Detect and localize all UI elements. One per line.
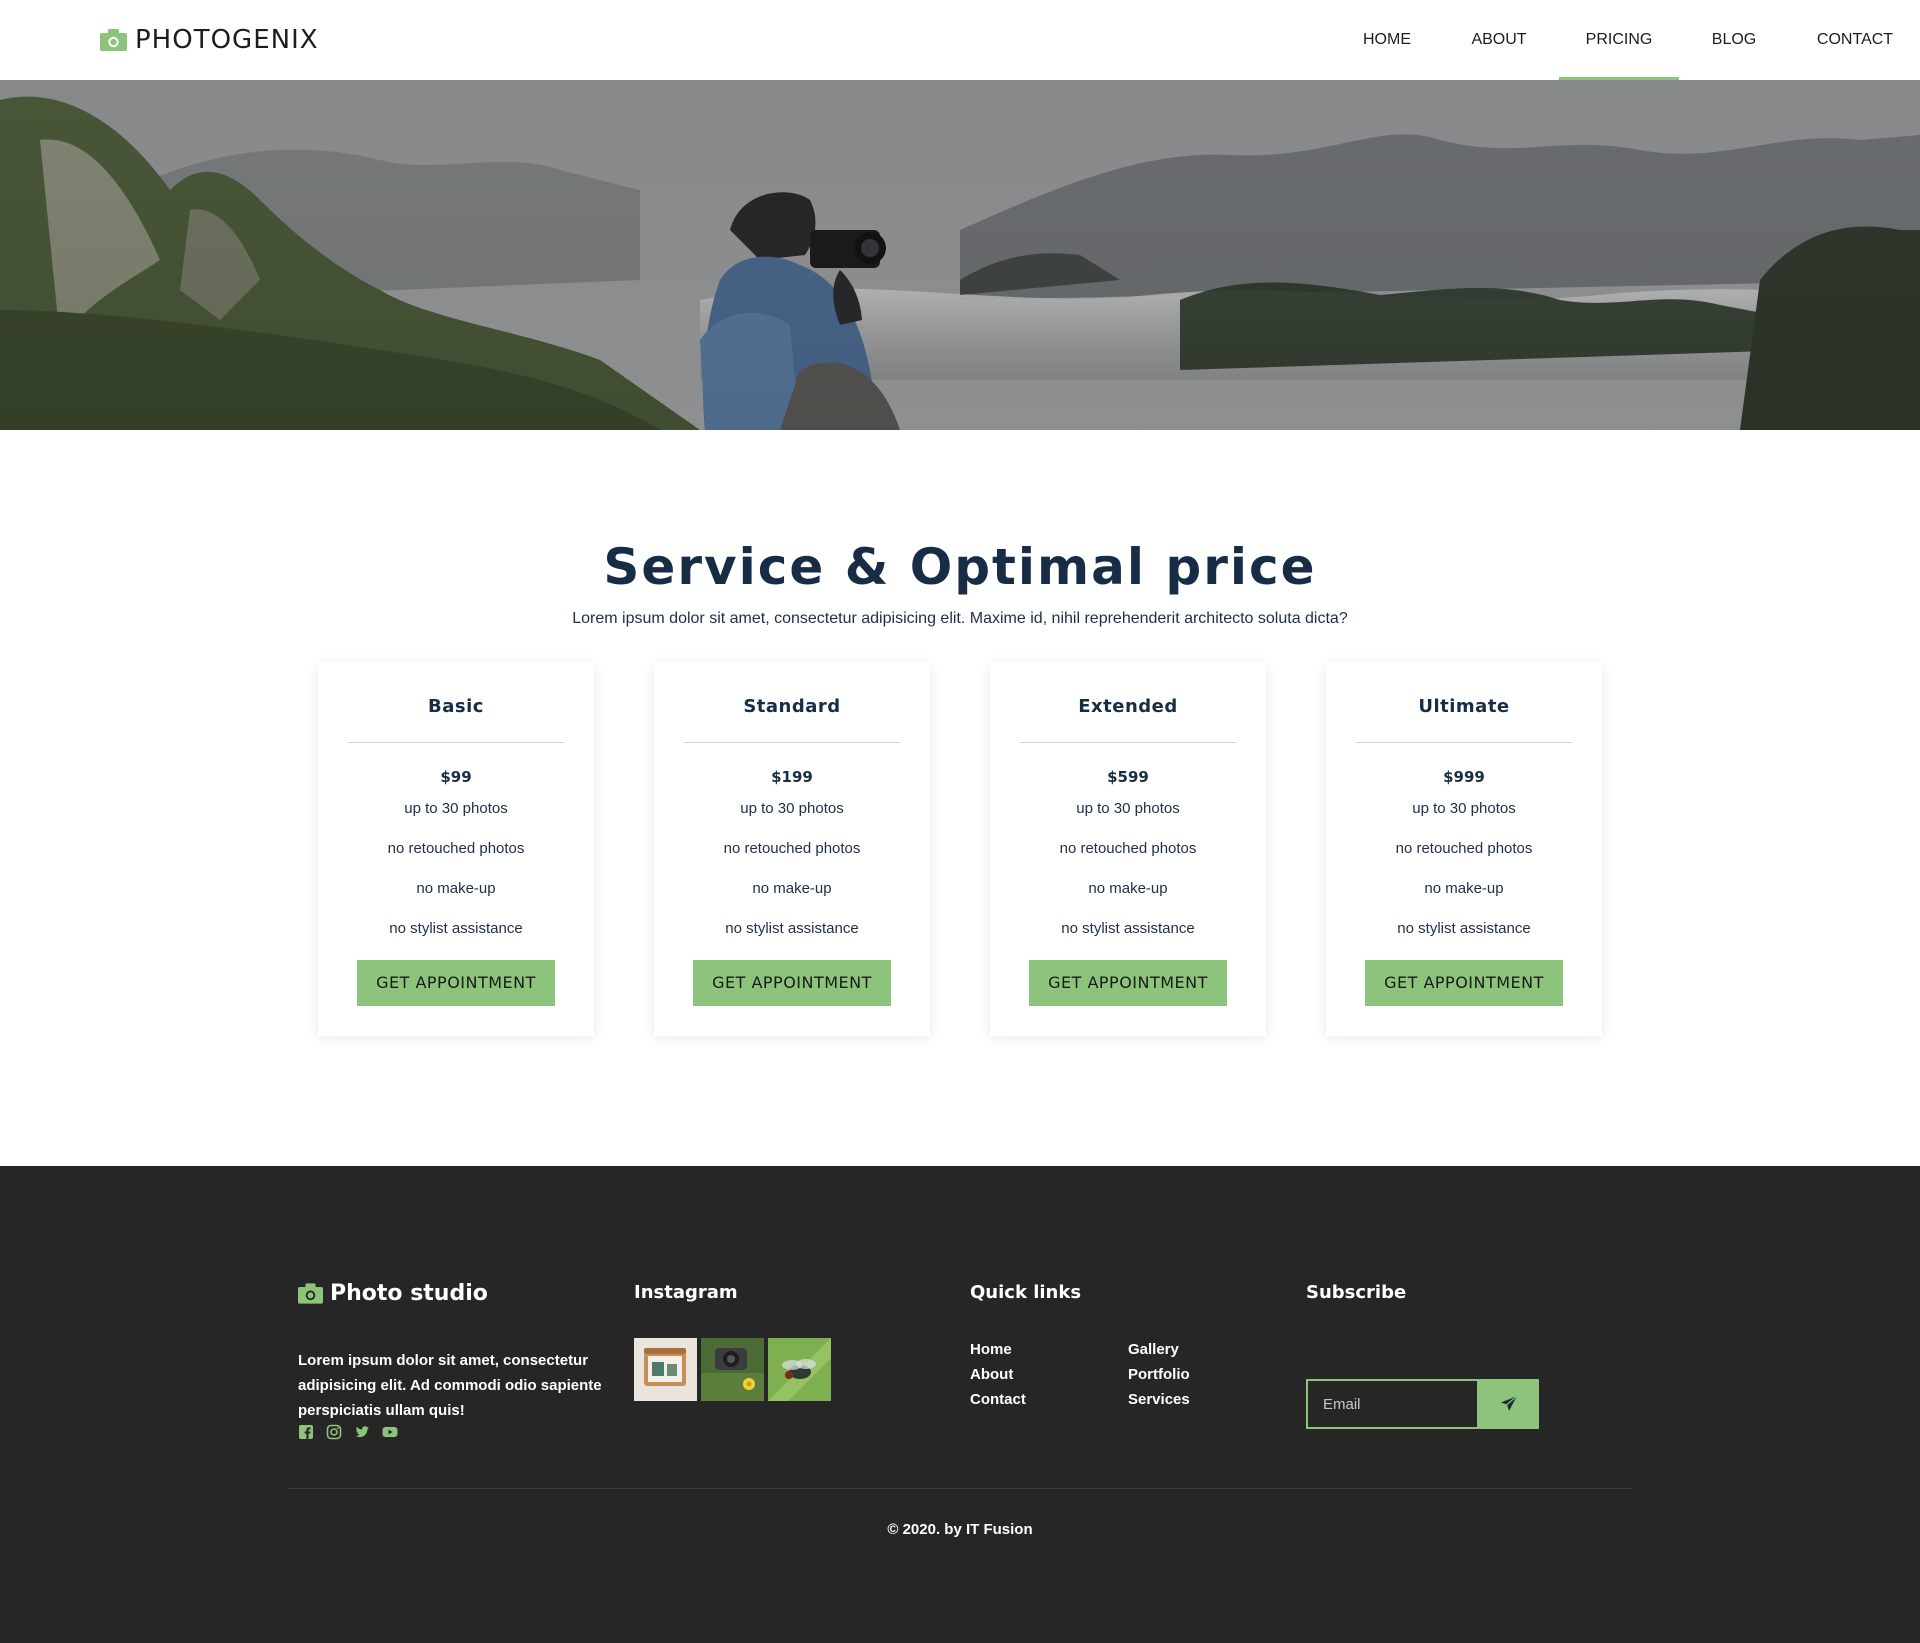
instagram-heading: Instagram xyxy=(634,1282,738,1303)
pricing-card-standard: Standard $199 up to 30 photos no retouch… xyxy=(654,662,930,1036)
facebook-icon[interactable] xyxy=(298,1424,314,1440)
instagram-gallery xyxy=(634,1338,831,1401)
subscribe-heading: Subscribe xyxy=(1306,1282,1407,1303)
footer-brand[interactable]: Photo studio xyxy=(298,1281,488,1306)
nav-about[interactable]: ABOUT xyxy=(1457,0,1541,80)
send-icon xyxy=(1501,1395,1518,1411)
plan-feature: no retouched photos xyxy=(387,840,525,857)
plan-feature: no make-up xyxy=(1424,880,1504,897)
get-appointment-button[interactable]: GET APPOINTMENT xyxy=(357,960,555,1006)
instagram-photo[interactable] xyxy=(701,1338,764,1401)
brand-name: PHOTOGENIX xyxy=(135,25,319,55)
footer-link-about[interactable]: About xyxy=(970,1366,1013,1383)
plan-name: Ultimate xyxy=(1418,696,1510,717)
hero-banner xyxy=(0,80,1920,430)
plan-feature: up to 30 photos xyxy=(1076,800,1180,817)
camera-icon xyxy=(298,1283,323,1304)
plan-price: $199 xyxy=(771,768,813,786)
plan-feature: no stylist assistance xyxy=(389,920,523,937)
nav-blog[interactable]: BLOG xyxy=(1694,0,1774,80)
footer-link-portfolio[interactable]: Portfolio xyxy=(1128,1366,1190,1383)
plan-name: Basic xyxy=(428,696,484,717)
camera-icon xyxy=(100,29,127,51)
nav-pricing[interactable]: PRICING xyxy=(1559,0,1679,80)
plan-feature: up to 30 photos xyxy=(740,800,844,817)
plan-feature: up to 30 photos xyxy=(404,800,508,817)
youtube-icon[interactable] xyxy=(382,1424,398,1440)
footer-link-gallery[interactable]: Gallery xyxy=(1128,1341,1179,1358)
subscribe-button[interactable] xyxy=(1479,1379,1539,1429)
plan-feature: up to 30 photos xyxy=(1412,800,1516,817)
social-links xyxy=(298,1424,398,1440)
pricing-card-extended: Extended $599 up to 30 photos no retouch… xyxy=(990,662,1266,1036)
footer-link-contact[interactable]: Contact xyxy=(970,1391,1026,1408)
footer-description: Lorem ipsum dolor sit amet, consectetur … xyxy=(298,1352,602,1419)
footer-divider xyxy=(288,1488,1632,1489)
get-appointment-button[interactable]: GET APPOINTMENT xyxy=(1365,960,1563,1006)
instagram-icon[interactable] xyxy=(326,1424,342,1440)
copyright: © 2020. by IT Fusion xyxy=(887,1521,1033,1538)
nav-contact[interactable]: CONTACT xyxy=(1805,0,1905,80)
plan-feature: no retouched photos xyxy=(1395,840,1533,857)
plan-feature: no stylist assistance xyxy=(725,920,859,937)
divider xyxy=(348,742,564,743)
plan-price: $999 xyxy=(1443,768,1485,786)
footer-link-services[interactable]: Services xyxy=(1128,1391,1190,1408)
nav-home[interactable]: HOME xyxy=(1345,0,1429,80)
get-appointment-button[interactable]: GET APPOINTMENT xyxy=(1029,960,1227,1006)
divider xyxy=(1020,742,1236,743)
logo[interactable]: PHOTOGENIX xyxy=(100,25,319,55)
divider xyxy=(684,742,900,743)
instagram-photo[interactable] xyxy=(768,1338,831,1401)
site-header: PHOTOGENIX HOME ABOUT PRICING BLOG CONTA… xyxy=(0,0,1920,80)
plan-feature: no retouched photos xyxy=(1059,840,1197,857)
plan-feature: no retouched photos xyxy=(723,840,861,857)
plan-feature: no stylist assistance xyxy=(1397,920,1531,937)
pricing-subtitle: Lorem ipsum dolor sit amet, consectetur … xyxy=(572,610,1348,627)
pricing-card-ultimate: Ultimate $999 up to 30 photos no retouch… xyxy=(1326,662,1602,1036)
plan-feature: no make-up xyxy=(752,880,832,897)
footer-link-home[interactable]: Home xyxy=(970,1341,1012,1358)
plan-price: $599 xyxy=(1107,768,1149,786)
instagram-photo[interactable] xyxy=(634,1338,697,1401)
plan-name: Standard xyxy=(743,696,841,717)
pricing-title: Service & Optimal price xyxy=(603,538,1317,596)
plan-price: $99 xyxy=(440,768,472,786)
quick-links-heading: Quick links xyxy=(970,1282,1082,1303)
email-input[interactable] xyxy=(1306,1379,1479,1429)
plan-name: Extended xyxy=(1078,696,1178,717)
hero-photo xyxy=(0,80,1920,430)
pricing-card-basic: Basic $99 up to 30 photos no retouched p… xyxy=(318,662,594,1036)
plan-feature: no stylist assistance xyxy=(1061,920,1195,937)
plan-feature: no make-up xyxy=(1088,880,1168,897)
divider xyxy=(1356,742,1572,743)
get-appointment-button[interactable]: GET APPOINTMENT xyxy=(693,960,891,1006)
footer-brand-name: Photo studio xyxy=(330,1281,488,1306)
twitter-icon[interactable] xyxy=(354,1424,370,1440)
plan-feature: no make-up xyxy=(416,880,496,897)
site-footer: Photo studio Lorem ipsum dolor sit amet,… xyxy=(0,1166,1920,1643)
